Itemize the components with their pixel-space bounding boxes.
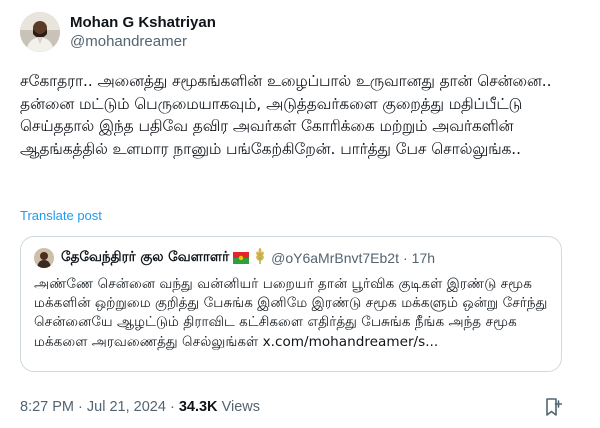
- author-photo: [20, 12, 60, 52]
- bookmark-icon[interactable]: [544, 397, 563, 417]
- views-count: 34.3K: [178, 399, 218, 415]
- author-handle[interactable]: @mohandreamer: [70, 32, 216, 52]
- tweet-metadata: 8:27 PM · Jul 21, 2024 · 34.3K Views: [20, 398, 260, 416]
- quote-avatar-photo: [34, 248, 54, 268]
- post-date[interactable]: Jul 21, 2024: [87, 399, 166, 415]
- meta-separator-2: ·: [169, 399, 175, 415]
- quote-separator: ·: [402, 250, 408, 266]
- post-time[interactable]: 8:27 PM: [20, 399, 74, 415]
- quoted-tweet[interactable]: தேவேந்திரர் குல வேளாளர் @oY6aMrBnvt7Eb2t…: [20, 236, 562, 372]
- quote-header: தேவேந்திரர் குல வேளாளர் @oY6aMrBnvt7Eb2t…: [61, 248, 435, 268]
- quote-timestamp[interactable]: 17h: [412, 250, 435, 266]
- tweet-card: Mohan G Kshatriyan @mohandreamer சகோதரா.…: [0, 0, 600, 428]
- wheat-icon: [253, 248, 267, 268]
- flag-icon: [233, 249, 250, 268]
- author-info: Mohan G Kshatriyan @mohandreamer: [70, 14, 216, 52]
- quote-avatar[interactable]: [34, 248, 54, 268]
- views-label: Views: [221, 399, 260, 415]
- quote-author-handle[interactable]: @oY6aMrBnvt7Eb2t: [271, 250, 399, 266]
- translate-post-link[interactable]: Translate post: [20, 208, 102, 224]
- quote-text: அண்ணே சென்னை வந்து வன்னியர் பறையர் தான் …: [34, 276, 548, 350]
- tweet-text: சகோதரா.. அனைத்து சமூகங்களின் உழைப்பால் உ…: [20, 72, 552, 158]
- quote-author-name[interactable]: தேவேந்திரர் குல வேளாளர்: [61, 249, 229, 267]
- author-avatar[interactable]: [20, 12, 60, 52]
- meta-separator: ·: [78, 399, 83, 415]
- author-name[interactable]: Mohan G Kshatriyan: [70, 14, 216, 32]
